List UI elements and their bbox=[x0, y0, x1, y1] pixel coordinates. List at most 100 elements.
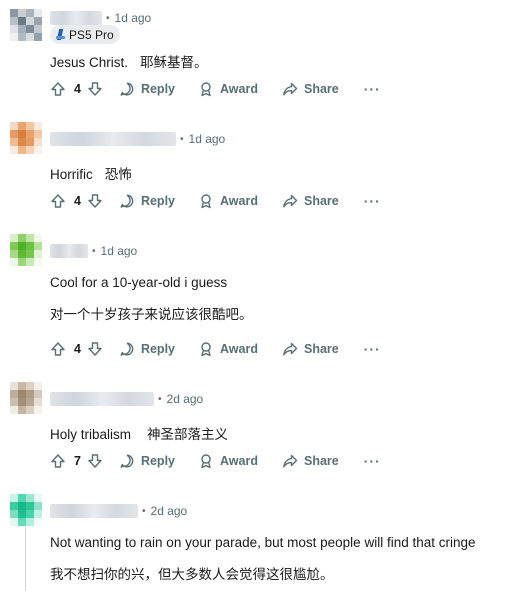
comment-actions: 4 Reply Award Share ··· bbox=[50, 191, 381, 211]
avatar-pixel bbox=[26, 406, 34, 414]
avatar-pixel bbox=[18, 17, 26, 25]
avatar-pixel bbox=[34, 250, 42, 258]
avatar-pixel bbox=[10, 250, 18, 258]
award-label: Award bbox=[220, 454, 258, 468]
avatar-pixel bbox=[26, 502, 34, 510]
avatar-pixel bbox=[18, 510, 26, 518]
avatar-pixel bbox=[26, 122, 34, 130]
reply-button[interactable]: Reply bbox=[119, 341, 175, 357]
comment-text-cn: 我不想扫你的兴，但大多数人会觉得这很尴尬。 bbox=[50, 567, 334, 582]
avatar-pixel bbox=[34, 122, 42, 130]
username-blurred[interactable] bbox=[50, 504, 138, 518]
avatar-pixel bbox=[18, 398, 26, 406]
avatar[interactable] bbox=[10, 382, 42, 414]
reply-button[interactable]: Reply bbox=[119, 81, 175, 97]
award-button[interactable]: Award bbox=[198, 81, 258, 97]
share-button[interactable]: Share bbox=[282, 193, 339, 209]
avatar-pixel bbox=[10, 234, 18, 242]
upvote-icon[interactable] bbox=[50, 341, 66, 357]
separator-dot: • bbox=[158, 393, 162, 405]
downvote-icon[interactable] bbox=[87, 193, 103, 209]
avatar-pixel bbox=[10, 382, 18, 390]
award-icon bbox=[198, 193, 214, 209]
comment-meta: • 1d ago bbox=[50, 130, 225, 148]
username-blurred[interactable] bbox=[50, 132, 176, 146]
comment-bubble-icon bbox=[119, 193, 135, 209]
avatar[interactable] bbox=[10, 9, 42, 41]
downvote-icon[interactable] bbox=[87, 341, 103, 357]
avatar-pixel bbox=[18, 390, 26, 398]
flair-label: PS5 Pro bbox=[69, 27, 114, 42]
avatar-pixel bbox=[34, 382, 42, 390]
avatar-pixel bbox=[18, 130, 26, 138]
comment-text-cn: 神圣部落主义 bbox=[147, 427, 229, 442]
avatar-pixel bbox=[26, 258, 34, 266]
avatar-pixel bbox=[10, 25, 18, 33]
share-button[interactable]: Share bbox=[282, 81, 339, 97]
award-button[interactable]: Award bbox=[198, 453, 258, 469]
user-flair: PS5 Pro bbox=[50, 25, 120, 44]
comment-bubble-icon bbox=[119, 453, 135, 469]
award-button[interactable]: Award bbox=[198, 341, 258, 357]
timestamp[interactable]: 2d ago bbox=[151, 504, 188, 518]
avatar[interactable] bbox=[10, 122, 42, 154]
playstation-icon bbox=[56, 29, 65, 40]
avatar-pixel bbox=[10, 17, 18, 25]
avatar-pixel bbox=[34, 406, 42, 414]
downvote-icon[interactable] bbox=[87, 453, 103, 469]
avatar-pixel bbox=[10, 502, 18, 510]
username-blurred[interactable] bbox=[50, 244, 88, 258]
share-label: Share bbox=[303, 342, 339, 356]
reply-button[interactable]: Reply bbox=[119, 453, 175, 469]
more-options-button[interactable]: ··· bbox=[364, 453, 381, 469]
timestamp[interactable]: 1d ago bbox=[101, 244, 138, 258]
avatar-pixel bbox=[34, 138, 42, 146]
avatar-pixel bbox=[26, 494, 34, 502]
comment-body: Not wanting to rain on your parade, but … bbox=[50, 535, 476, 550]
upvote-icon[interactable] bbox=[50, 193, 66, 209]
avatar-pixel bbox=[26, 234, 34, 242]
share-button[interactable]: Share bbox=[282, 453, 339, 469]
comment-bubble-icon bbox=[119, 341, 135, 357]
comment-text-cn: 耶稣基督。 bbox=[140, 55, 208, 70]
timestamp[interactable]: 1d ago bbox=[115, 11, 152, 25]
reply-label: Reply bbox=[140, 82, 175, 96]
username-blurred[interactable] bbox=[50, 11, 102, 25]
avatar-pixel bbox=[18, 25, 26, 33]
vote-count: 4 bbox=[74, 342, 81, 356]
avatar-pixel bbox=[34, 494, 42, 502]
avatar-pixel bbox=[10, 406, 18, 414]
separator-dot: • bbox=[92, 245, 96, 257]
upvote-icon[interactable] bbox=[50, 453, 66, 469]
upvote-icon[interactable] bbox=[50, 81, 66, 97]
comment-bubble-icon bbox=[119, 81, 135, 97]
avatar[interactable] bbox=[10, 494, 42, 526]
share-icon bbox=[282, 193, 298, 209]
more-options-button[interactable]: ··· bbox=[364, 193, 381, 209]
share-button[interactable]: Share bbox=[282, 341, 339, 357]
award-button[interactable]: Award bbox=[198, 193, 258, 209]
avatar-pixel bbox=[18, 250, 26, 258]
comment-body-translation: 对一个十岁孩子来说应该很酷吧。 bbox=[50, 303, 253, 323]
avatar-pixel bbox=[26, 510, 34, 518]
reply-label: Reply bbox=[140, 342, 175, 356]
avatar-pixel bbox=[10, 33, 18, 41]
more-options-button[interactable]: ··· bbox=[364, 81, 381, 97]
thread-line bbox=[25, 527, 26, 591]
comment-text-en: Horrific bbox=[50, 167, 93, 182]
username-blurred[interactable] bbox=[50, 392, 154, 406]
downvote-icon[interactable] bbox=[87, 81, 103, 97]
timestamp[interactable]: 2d ago bbox=[167, 392, 204, 406]
separator-dot: • bbox=[180, 133, 184, 145]
avatar-pixel bbox=[18, 146, 26, 154]
timestamp[interactable]: 1d ago bbox=[189, 132, 226, 146]
comment-text-en: Holy tribalism bbox=[50, 427, 132, 442]
avatar-pixel bbox=[26, 382, 34, 390]
avatar-pixel bbox=[10, 398, 18, 406]
avatar-pixel bbox=[34, 146, 42, 154]
comment-text-cn: 对一个十岁孩子来说应该很酷吧。 bbox=[50, 307, 253, 322]
avatar[interactable] bbox=[10, 234, 42, 266]
comment-text-cn: 恐怖 bbox=[104, 167, 132, 182]
reply-button[interactable]: Reply bbox=[119, 193, 175, 209]
more-options-button[interactable]: ··· bbox=[364, 341, 381, 357]
